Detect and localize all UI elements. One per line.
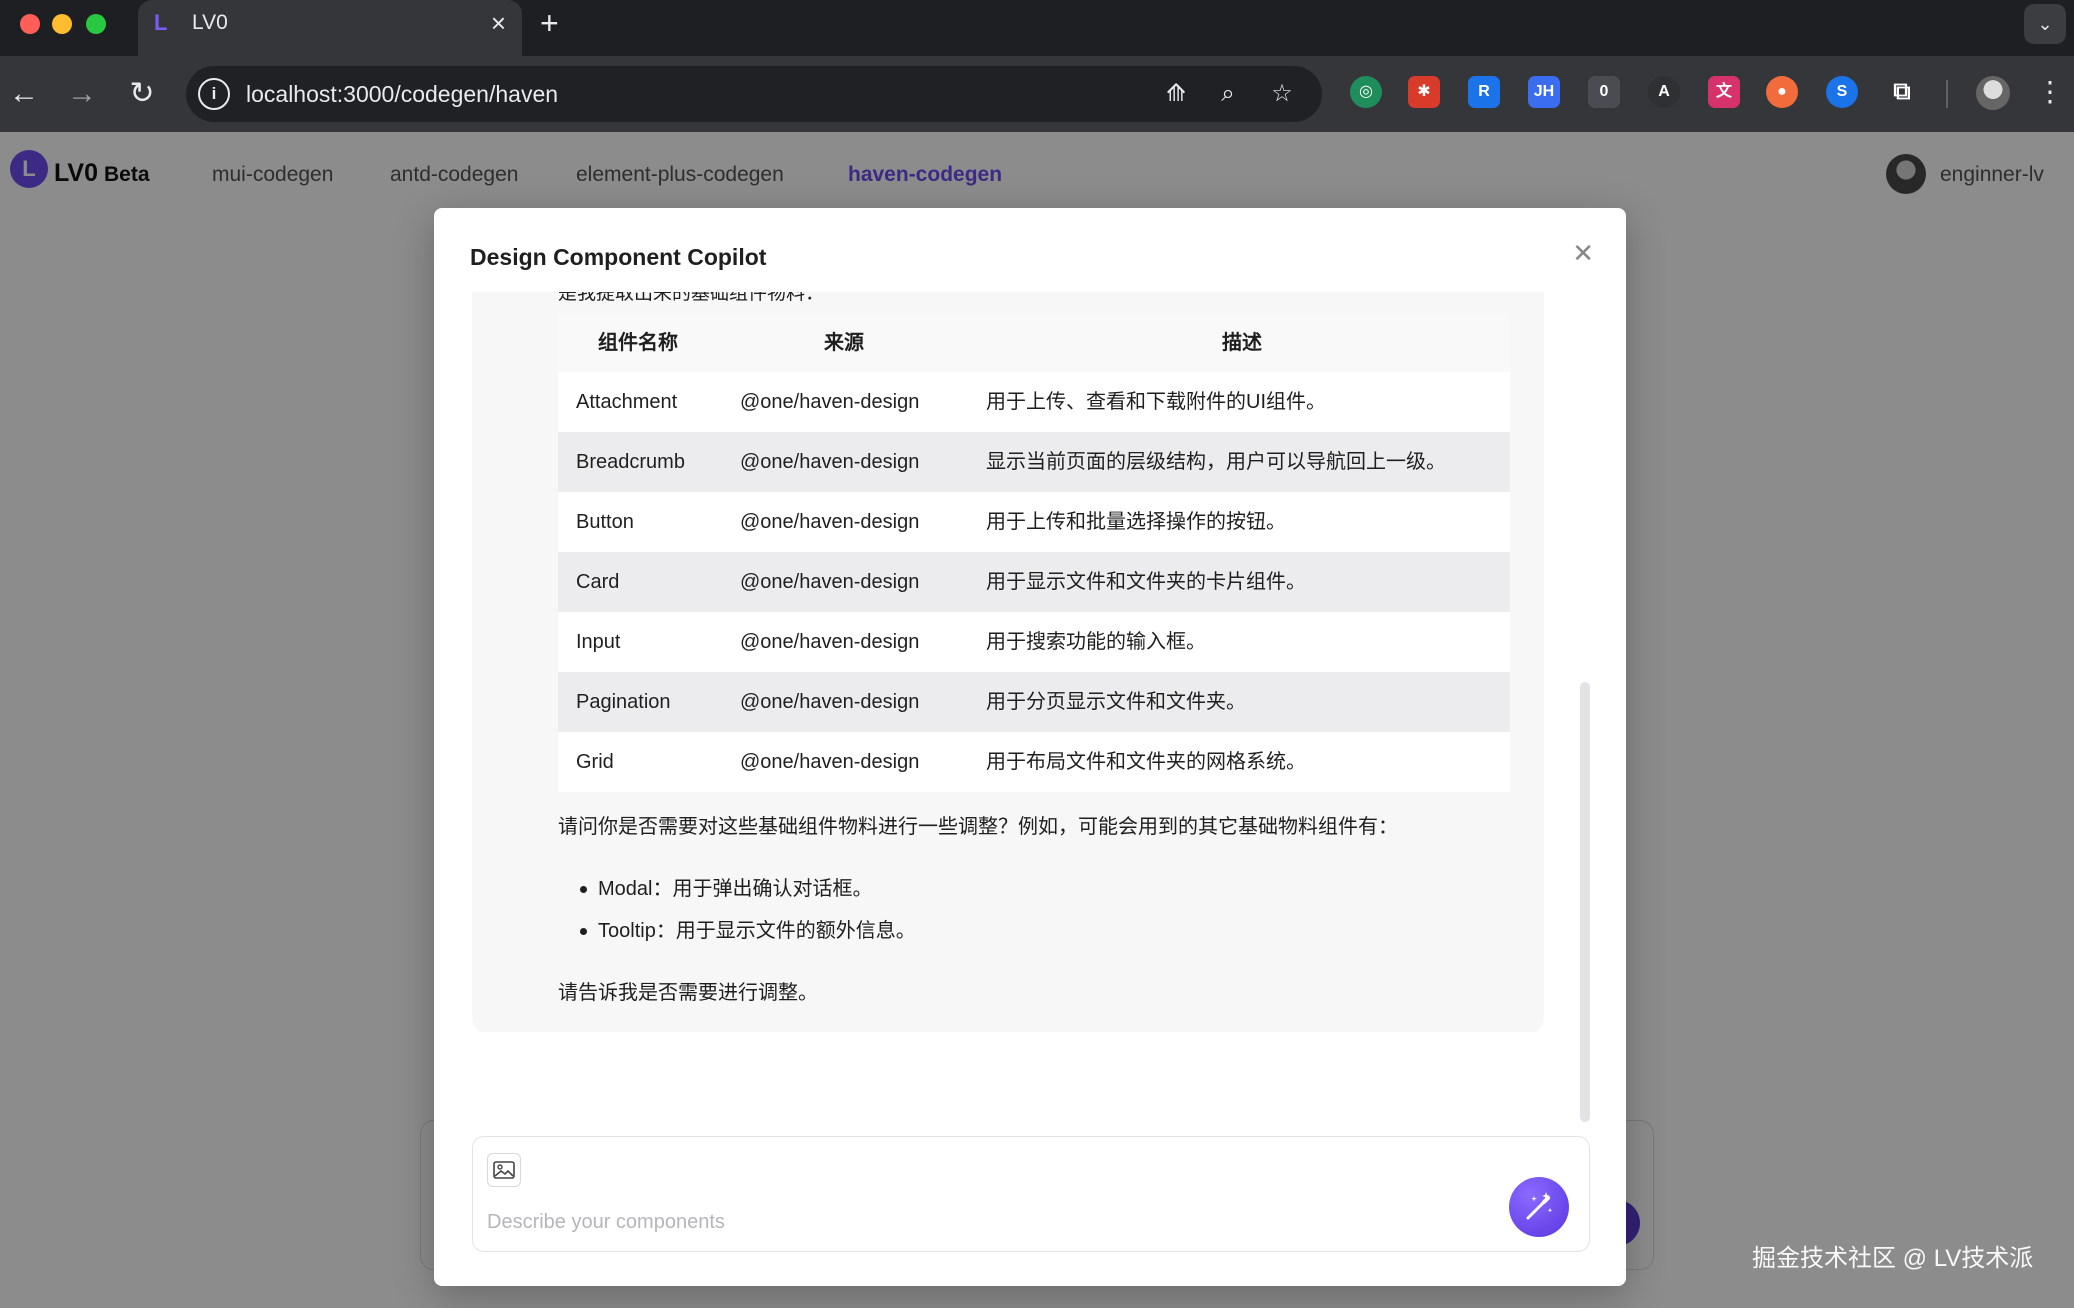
extension-s-icon[interactable]: S xyxy=(1826,76,1858,108)
chat-scrollbar[interactable] xyxy=(1580,682,1590,1122)
translate-icon[interactable]: ⟰ xyxy=(1160,78,1192,110)
component-name-cell: Card xyxy=(576,571,620,593)
component-source-cell: @one/haven-design xyxy=(740,571,920,593)
component-source-cell: @one/haven-design xyxy=(740,511,920,533)
component-description-cell: 用于分页显示文件和文件夹。 xyxy=(986,691,1246,713)
toolbar-divider xyxy=(1946,80,1948,108)
browser-menu-icon[interactable]: ⋮ xyxy=(2036,74,2064,110)
browser-toolbar: ← → ↻ i localhost:3000/codegen/haven ⟰ ⌕… xyxy=(0,56,2074,132)
component-description-cell: 用于布局文件和文件夹的网格系统。 xyxy=(986,751,1306,773)
extension-jh-icon[interactable]: JH xyxy=(1528,76,1560,108)
component-name-cell: Button xyxy=(576,511,634,533)
suggestion-list: Modal：用于弹出确认对话框。 Tooltip：用于显示文件的额外信息。 xyxy=(558,876,916,960)
table-row: Card @one/haven-design 用于显示文件和文件夹的卡片组件。 xyxy=(558,552,1510,612)
column-header-source: 来源 xyxy=(824,332,864,354)
back-button[interactable]: ← xyxy=(4,74,44,114)
closing-text: 请告诉我是否需要进行调整。 xyxy=(558,982,818,1004)
reload-button[interactable]: ↻ xyxy=(122,74,162,114)
window-zoom-button[interactable] xyxy=(86,14,106,34)
column-header-description: 描述 xyxy=(1222,332,1262,354)
component-description-cell: 用于上传、查看和下载附件的UI组件。 xyxy=(986,391,1326,413)
component-name-cell: Grid xyxy=(576,751,614,773)
lv0-favicon-icon: L xyxy=(154,10,168,35)
watermark: 掘金技术社区 @ LV技术派 xyxy=(1752,1245,2034,1272)
site-info-icon[interactable]: i xyxy=(198,78,230,110)
table-row: Pagination @one/haven-design 用于分页显示文件和文件… xyxy=(558,672,1510,732)
extension-orange-icon[interactable]: ● xyxy=(1766,76,1798,108)
component-description-cell: 显示当前页面的层级结构，用户可以导航回上一级。 xyxy=(986,451,1446,473)
component-name-cell: Pagination xyxy=(576,691,671,713)
components-table: 组件名称 来源 描述 Attachment @one/haven-design … xyxy=(558,314,1510,792)
component-description-cell: 用于上传和批量选择操作的按钮。 xyxy=(986,511,1286,533)
magic-wand-send-icon[interactable] xyxy=(1509,1177,1569,1237)
zoom-icon[interactable]: ⌕ xyxy=(1212,78,1244,110)
component-name-cell: Input xyxy=(576,631,621,653)
assistant-message: 是我提取出来的基础组件物料： 组件名称 来源 描述 Attachment @on… xyxy=(472,292,1544,1032)
component-description-cell: 用于显示文件和文件夹的卡片组件。 xyxy=(986,571,1306,593)
component-source-cell: @one/haven-design xyxy=(740,631,920,653)
tab-title: LV0 xyxy=(192,11,228,34)
prompt-input[interactable] xyxy=(487,1205,1467,1239)
component-description-cell: 用于搜索功能的输入框。 xyxy=(986,631,1206,653)
tab-search-chevron-icon[interactable]: ⌄ xyxy=(2024,4,2066,44)
close-icon[interactable]: ✕ xyxy=(1572,238,1594,268)
table-row: Breadcrumb @one/haven-design 显示当前页面的层级结构… xyxy=(558,432,1510,492)
tab-close-icon[interactable]: × xyxy=(491,8,506,38)
component-source-cell: @one/haven-design xyxy=(740,691,920,713)
table-row: Button @one/haven-design 用于上传和批量选择操作的按钮。 xyxy=(558,492,1510,552)
window-minimize-button[interactable] xyxy=(52,14,72,34)
browser-tab[interactable]: L LV0 × xyxy=(138,0,522,56)
prompt-composer xyxy=(472,1136,1590,1252)
list-item: Modal：用于弹出确认对话框。 xyxy=(558,876,916,902)
component-name-cell: Attachment xyxy=(576,391,678,413)
window-close-button[interactable] xyxy=(20,14,40,34)
table-row: Attachment @one/haven-design 用于上传、查看和下载附… xyxy=(558,372,1510,432)
extension-sync-icon[interactable]: 0 xyxy=(1588,76,1620,108)
component-source-cell: @one/haven-design xyxy=(740,451,920,473)
new-tab-button[interactable]: + xyxy=(540,6,559,40)
component-name-cell: Breadcrumb xyxy=(576,451,685,473)
table-header: 组件名称 来源 描述 xyxy=(558,314,1510,372)
modal-title: Design Component Copilot xyxy=(470,244,767,270)
follow-up-question: 请问你是否需要对这些基础组件物料进行一些调整？例如，可能会用到的其它基础物料组件… xyxy=(558,816,1398,838)
extension-target-icon[interactable]: ◎ xyxy=(1350,76,1382,108)
message-intro-text: 是我提取出来的基础组件物料： xyxy=(558,292,825,304)
chat-scroll-area[interactable]: 是我提取出来的基础组件物料： 组件名称 来源 描述 Attachment @on… xyxy=(472,292,1588,1032)
column-header-name: 组件名称 xyxy=(598,332,678,354)
component-source-cell: @one/haven-design xyxy=(740,751,920,773)
list-item: Tooltip：用于显示文件的额外信息。 xyxy=(558,918,916,944)
url-text[interactable]: localhost:3000/codegen/haven xyxy=(246,80,558,108)
browser-tab-strip: L LV0 × + ⌄ xyxy=(0,0,2074,56)
extension-translate-icon[interactable]: 文 xyxy=(1708,76,1740,108)
extension-bug-icon[interactable]: ✱ xyxy=(1408,76,1440,108)
table-row: Grid @one/haven-design 用于布局文件和文件夹的网格系统。 xyxy=(558,732,1510,792)
table-row: Input @one/haven-design 用于搜索功能的输入框。 xyxy=(558,612,1510,672)
extensions-puzzle-icon[interactable]: ⧉ xyxy=(1886,76,1918,108)
address-bar[interactable]: i localhost:3000/codegen/haven ⟰ ⌕ ☆ xyxy=(186,66,1322,122)
profile-avatar[interactable] xyxy=(1976,76,2010,110)
extension-r-icon[interactable]: R xyxy=(1468,76,1500,108)
component-source-cell: @one/haven-design xyxy=(740,391,920,413)
image-upload-icon[interactable] xyxy=(487,1153,521,1187)
bookmark-star-icon[interactable]: ☆ xyxy=(1266,78,1298,110)
forward-button[interactable]: → xyxy=(62,74,102,114)
copilot-modal: Design Component Copilot ✕ 是我提取出来的基础组件物料… xyxy=(434,208,1626,1286)
extension-a-icon[interactable]: A xyxy=(1648,76,1680,108)
extension-badge: 0 xyxy=(1599,83,1609,100)
